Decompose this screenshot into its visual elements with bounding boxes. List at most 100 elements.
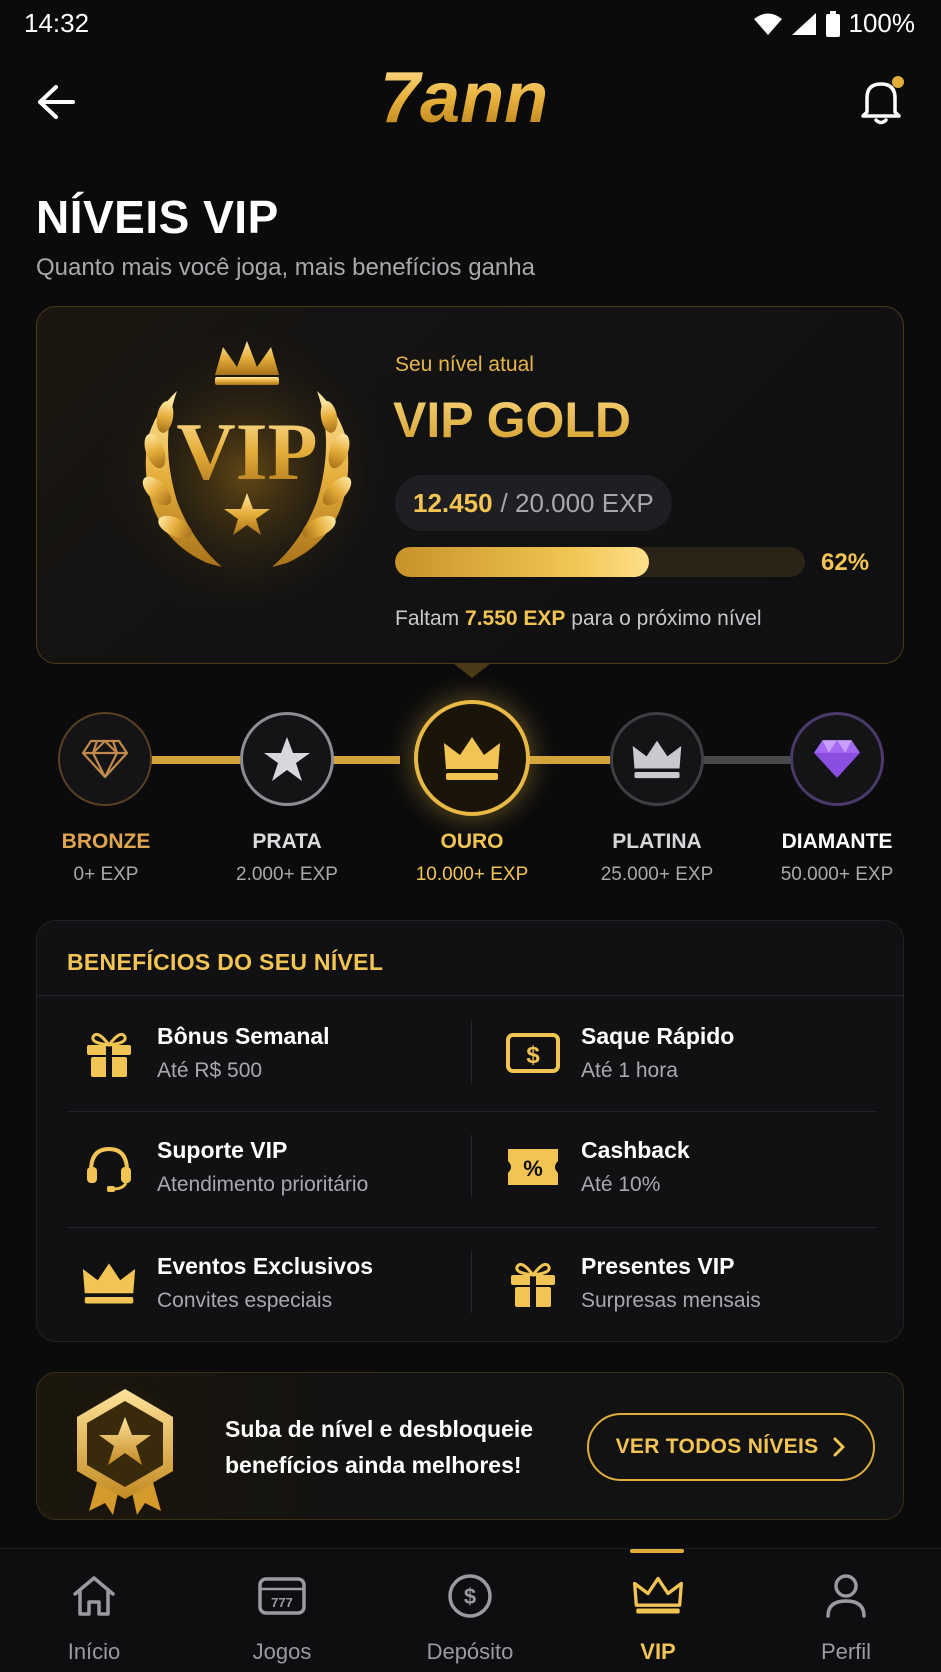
crown-icon: [77, 1251, 141, 1315]
row-divider: [67, 1227, 877, 1228]
remaining-value: 7.550 EXP: [465, 607, 566, 630]
nav-vip[interactable]: VIP: [564, 1549, 752, 1672]
gift-icon: [501, 1251, 565, 1315]
status-time: 14:32: [24, 8, 90, 38]
headset-icon: [77, 1135, 141, 1199]
crown-icon: [632, 740, 682, 779]
diamond-outline-icon: [81, 739, 129, 779]
vip-tiers: BRONZE 0+ EXP PRATA 2.000+ EXP OURO 10.0…: [0, 700, 941, 900]
signal-icon: [791, 12, 816, 35]
benefits-title: BENEFÍCIOS DO SEU NÍVEL: [67, 949, 384, 975]
nav-label: VIP: [640, 1639, 676, 1664]
benefit-title: Suporte VIP: [157, 1137, 288, 1163]
tier-name: OURO: [440, 830, 504, 853]
page-title: NÍVEIS VIP: [36, 191, 279, 243]
back-button[interactable]: [30, 78, 82, 126]
tier-connector: [520, 756, 610, 764]
column-divider: [471, 1135, 472, 1197]
current-level-label: Seu nível atual: [395, 353, 534, 376]
logo-text: 7ann: [380, 60, 548, 138]
nav-jogos[interactable]: 777 Jogos: [188, 1549, 376, 1672]
vip-emblem-text: VIP: [176, 406, 317, 497]
benefits-card: BENEFÍCIOS DO SEU NÍVEL Bônus Semanal At…: [36, 920, 904, 1342]
status-icons: 100%: [753, 8, 916, 39]
benefit-desc: Até 10%: [581, 1173, 661, 1196]
tier-prata[interactable]: [240, 712, 334, 806]
benefit-desc: Atendimento prioritário: [157, 1173, 369, 1196]
tier-name: DIAMANTE: [781, 830, 893, 853]
remaining-suffix: para o próximo nível: [571, 607, 762, 630]
vip-emblem-icon: VIP: [97, 331, 397, 631]
benefit-title: Eventos Exclusivos: [157, 1253, 374, 1279]
crown-icon: [444, 737, 500, 780]
row-divider: [67, 1111, 877, 1112]
tier-platina[interactable]: [610, 712, 704, 806]
home-icon: [69, 1571, 119, 1621]
tier-name: PLATINA: [612, 830, 702, 853]
promo-text: Suba de nível e desbloqueie benefícios a…: [225, 1416, 534, 1478]
benefit-title: Presentes VIP: [581, 1253, 735, 1279]
column-divider: [471, 1251, 472, 1313]
battery-percent: 100%: [848, 8, 916, 38]
nav-inicio[interactable]: Início: [0, 1549, 188, 1672]
bell-icon: [861, 76, 904, 125]
star-icon: [264, 737, 310, 781]
svg-text:%: %: [523, 1156, 543, 1181]
gift-icon: [77, 1021, 141, 1085]
remaining-prefix: Faltam: [395, 607, 460, 630]
benefit-item: Eventos Exclusivos Convites especiais: [77, 1229, 477, 1339]
user-icon: [821, 1571, 871, 1621]
nav-label: Início: [67, 1639, 121, 1664]
view-all-levels-label: VER TODOS NÍVEIS: [615, 1435, 819, 1458]
notifications-button[interactable]: [853, 72, 909, 128]
svg-text:$: $: [526, 1042, 540, 1069]
slot-machine-icon: 777: [257, 1571, 307, 1621]
benefit-desc: Surpresas mensais: [581, 1289, 761, 1312]
page-subtitle: Quanto mais você joga, mais benefícios g…: [36, 254, 535, 281]
tier-exp: 2.000+ EXP: [236, 864, 338, 885]
tier-exp: 0+ EXP: [73, 864, 139, 885]
benefit-title: Cashback: [581, 1137, 690, 1163]
percent-ticket-icon: %: [501, 1135, 565, 1199]
current-level-name: VIP GOLD: [393, 392, 632, 448]
column-divider: [471, 1021, 472, 1083]
nav-deposito[interactable]: $ Depósito: [376, 1549, 564, 1672]
card-pointer: [454, 664, 490, 678]
benefit-item: % Cashback Até 10%: [501, 1113, 901, 1223]
benefit-item: Suporte VIP Atendimento prioritário: [77, 1113, 477, 1223]
current-level-card: VIP Seu nível atual VIP GOLD 12.450 / 20…: [36, 306, 904, 664]
medal-badge-icon: [57, 1379, 193, 1515]
benefit-desc: Convites especiais: [157, 1289, 333, 1312]
crown-icon: [633, 1571, 683, 1621]
wifi-icon: [753, 13, 782, 35]
tier-exp: 50.000+ EXP: [780, 864, 894, 885]
exp-progress-fill: [395, 547, 650, 577]
svg-text:777: 777: [271, 1595, 293, 1610]
view-all-levels-button[interactable]: VER TODOS NÍVEIS: [587, 1413, 875, 1481]
benefit-title: Saque Rápido: [581, 1023, 735, 1049]
bottom-navigation: Início 777 Jogos $ Depósito VIP Perfil: [0, 1548, 941, 1672]
tier-exp: 25.000+ EXP: [600, 864, 714, 885]
tier-connector: [145, 756, 240, 764]
brand-logo: 7ann: [380, 60, 548, 138]
status-bar: 14:32 100%: [0, 0, 941, 48]
benefit-desc: Até 1 hora: [581, 1059, 678, 1082]
promo-banner: Suba de nível e desbloqueie benefícios a…: [36, 1372, 904, 1520]
cash-icon: $: [501, 1021, 565, 1085]
tier-connector: [330, 756, 400, 764]
tier-exp: 10.000+ EXP: [415, 864, 529, 885]
battery-icon: [825, 10, 840, 37]
diamond-icon: [814, 740, 860, 778]
nav-label: Depósito: [426, 1639, 514, 1664]
nav-label: Perfil: [820, 1639, 872, 1664]
nav-label: Jogos: [252, 1639, 312, 1664]
tier-bronze[interactable]: [58, 712, 152, 806]
tier-name: PRATA: [252, 830, 322, 853]
benefit-title: Bônus Semanal: [157, 1023, 330, 1049]
nav-perfil[interactable]: Perfil: [752, 1549, 940, 1672]
tier-ouro[interactable]: [414, 700, 530, 816]
exp-progress-percent: 62%: [821, 549, 870, 576]
tier-connector: [700, 756, 792, 764]
arrow-left-icon: [38, 85, 75, 119]
tier-diamante[interactable]: [790, 712, 884, 806]
